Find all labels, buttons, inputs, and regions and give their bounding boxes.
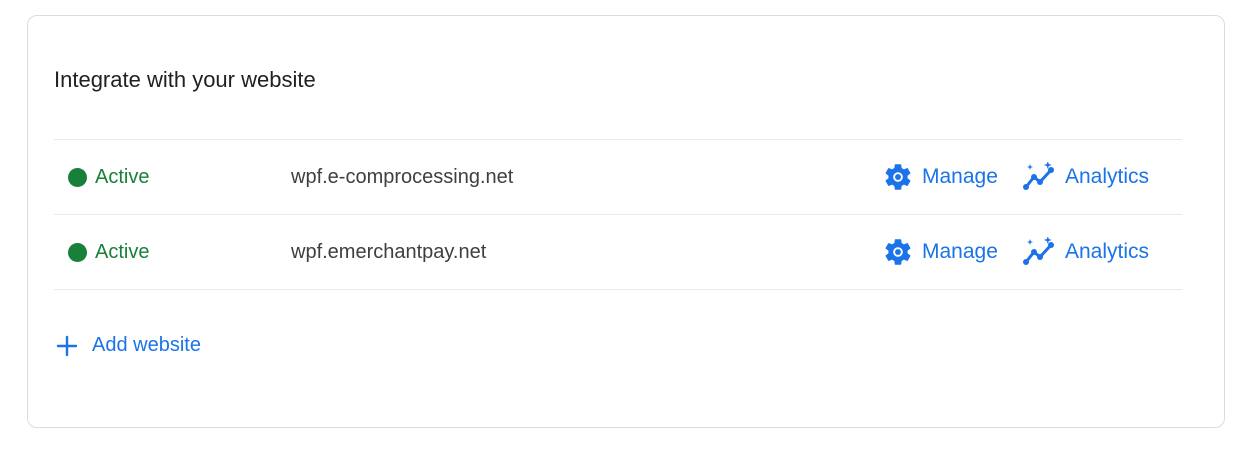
add-website-label: Add website	[92, 334, 201, 356]
status-label: Active	[95, 240, 150, 263]
analytics-sparkle-icon	[1023, 237, 1054, 265]
analytics-sparkle-icon	[1023, 162, 1054, 190]
analytics-button[interactable]: Analytics	[1023, 215, 1149, 289]
status-label: Active	[95, 165, 150, 188]
status-dot-icon	[68, 167, 87, 187]
website-list: Active wpf.e-comprocessing.net Manage An…	[54, 139, 1182, 290]
gear-icon	[885, 164, 911, 190]
plus-icon	[56, 335, 78, 356]
status-badge: Active	[68, 215, 149, 289]
manage-label: Manage	[922, 240, 998, 263]
analytics-button[interactable]: Analytics	[1023, 140, 1149, 214]
add-website-button[interactable]: Add website	[56, 334, 201, 357]
website-domain: wpf.e-comprocessing.net	[291, 165, 514, 188]
analytics-label: Analytics	[1065, 240, 1150, 263]
website-row: Active wpf.emerchantpay.net Manage Analy…	[54, 215, 1182, 290]
status-dot-icon	[68, 242, 87, 262]
manage-button[interactable]: Manage	[882, 215, 998, 289]
manage-label: Manage	[922, 165, 998, 188]
analytics-label: Analytics	[1065, 165, 1150, 188]
gear-icon	[885, 239, 911, 265]
card-title: Integrate with your website	[54, 67, 316, 92]
integrate-website-card: Integrate with your website Active wpf.e…	[27, 15, 1225, 428]
website-domain: wpf.emerchantpay.net	[291, 240, 487, 263]
manage-button[interactable]: Manage	[882, 140, 998, 214]
status-badge: Active	[68, 140, 149, 214]
website-row: Active wpf.e-comprocessing.net Manage An…	[54, 140, 1182, 215]
